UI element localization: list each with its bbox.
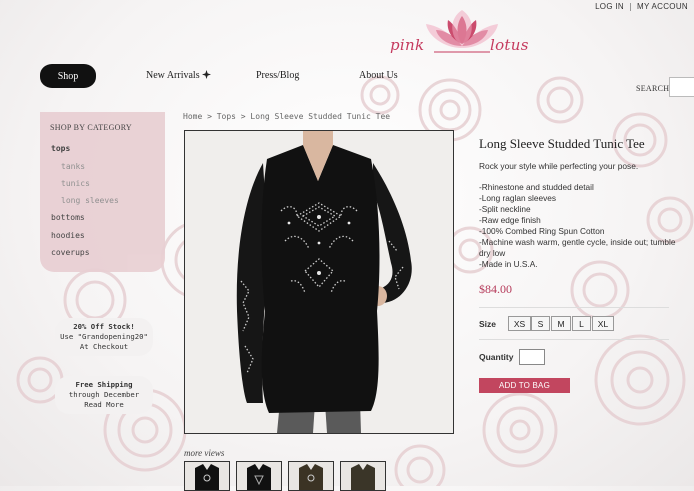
quantity-input[interactable] xyxy=(519,349,545,365)
nav-about-us[interactable]: About Us xyxy=(359,70,398,81)
thumbnail-view-4[interactable] xyxy=(340,461,386,491)
category-tops[interactable]: tops xyxy=(51,144,70,153)
divider xyxy=(479,307,669,308)
nav-new-arrivals[interactable]: New Arrivals xyxy=(146,70,212,81)
feature-item: -Split neckline xyxy=(479,204,531,214)
login-link[interactable]: LOG IN xyxy=(589,2,630,11)
size-s-button[interactable]: S xyxy=(531,316,550,331)
more-views-label: more views xyxy=(184,448,225,458)
product-title: Long Sleeve Studded Tunic Tee xyxy=(479,136,645,151)
add-to-bag-button[interactable]: ADD TO BAG xyxy=(479,378,570,393)
search-label: SEARCH xyxy=(636,84,670,93)
sidebar-title: SHOP BY CATEGORY xyxy=(50,123,132,132)
promo-discount-note: At Checkout xyxy=(79,342,129,351)
promo-read-more-link[interactable]: Read More xyxy=(55,400,153,410)
logo-text-lotus: lotus xyxy=(490,36,529,54)
my-account-link[interactable]: MY ACCOUN xyxy=(631,2,694,11)
size-l-button[interactable]: L xyxy=(572,316,591,331)
feature-item: -Raw edge finish xyxy=(479,215,541,225)
thumbnail-view-1[interactable] xyxy=(184,461,230,491)
size-label: Size xyxy=(479,319,497,329)
category-sidebar: SHOP BY CATEGORY tops tanks tunics long … xyxy=(40,112,165,272)
nav-shop[interactable]: Shop xyxy=(40,64,96,88)
search-input[interactable] xyxy=(669,77,694,97)
promo-shipping-title: Free Shipping xyxy=(75,380,133,389)
product-main-image[interactable] xyxy=(184,130,454,434)
category-tanks[interactable]: tanks xyxy=(61,162,85,171)
category-long-sleeves[interactable]: long sleeves xyxy=(61,196,119,205)
breadcrumb[interactable]: Home > Tops > Long Sleeve Studded Tunic … xyxy=(183,112,390,121)
category-bottoms[interactable]: bottoms xyxy=(51,213,85,222)
nav-new-arrivals-label: New Arrivals xyxy=(146,70,200,81)
pink-lotus-logo[interactable]: pink lotus xyxy=(390,4,540,56)
thumbnail-view-2[interactable] xyxy=(236,461,282,491)
logo-text-pink: pink xyxy=(390,36,425,54)
top-links: LOG IN MY ACCOUN xyxy=(589,2,694,11)
promo-discount-title: 20% Off Stock! xyxy=(73,322,135,331)
feature-item: -Long raglan sleeves xyxy=(479,193,557,203)
size-xl-button[interactable]: XL xyxy=(592,316,614,331)
feature-item: -100% Combed Ring Spun Cotton xyxy=(479,226,605,236)
product-tagline: Rock your style while perfecting your po… xyxy=(479,161,639,171)
product-features: -Rhinestone and studded detail -Long rag… xyxy=(479,182,679,270)
feature-item: -Rhinestone and studded detail xyxy=(479,182,594,192)
promo-free-shipping[interactable]: Free Shipping through December Read More xyxy=(55,376,153,414)
promo-discount[interactable]: 20% Off Stock! Use "Grandopening20" At C… xyxy=(55,318,153,356)
promo-shipping-period: through December xyxy=(68,390,140,399)
main-nav: Shop New Arrivals Press/Blog About Us xyxy=(0,64,694,88)
divider xyxy=(479,339,669,340)
feature-item: -Machine wash warm, gentle cycle, inside… xyxy=(479,237,676,258)
nav-press-blog[interactable]: Press/Blog xyxy=(256,70,299,81)
feature-item: -Made in U.S.A. xyxy=(479,259,538,269)
plus-cross-icon xyxy=(202,70,212,79)
product-price: $84.00 xyxy=(479,282,512,296)
category-tunics[interactable]: tunics xyxy=(61,179,90,188)
size-m-button[interactable]: M xyxy=(551,316,571,331)
category-coverups[interactable]: coverups xyxy=(51,248,90,257)
category-hoodies[interactable]: hoodies xyxy=(51,231,85,240)
quantity-label: Quantity xyxy=(479,352,514,362)
size-xs-button[interactable]: XS xyxy=(508,316,531,331)
thumbnail-view-3[interactable] xyxy=(288,461,334,491)
product-photo-tunic xyxy=(185,131,453,433)
promo-discount-code: Use "Grandopening20" xyxy=(60,332,148,341)
